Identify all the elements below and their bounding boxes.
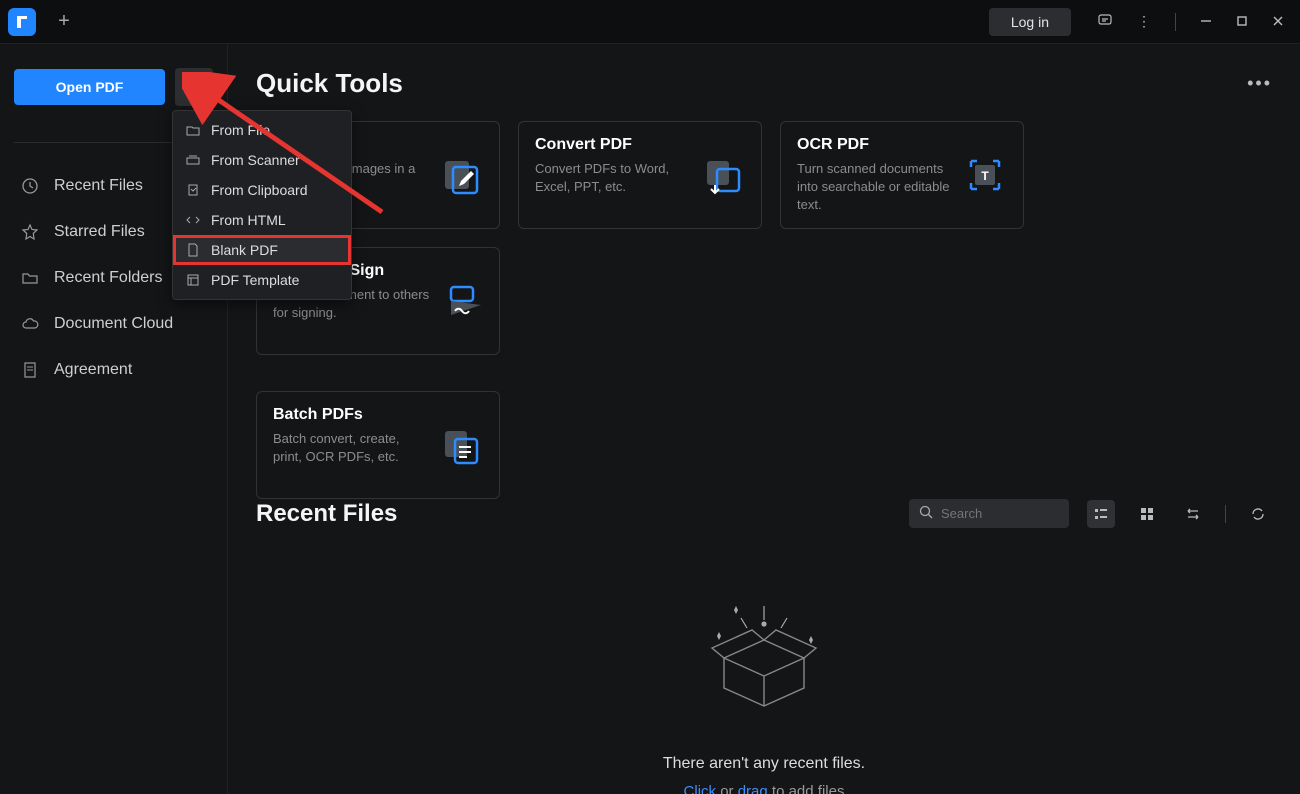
more-tools-button[interactable]: ••• [1247, 73, 1272, 94]
view-list-button[interactable] [1087, 500, 1115, 528]
empty-box-icon [699, 598, 829, 731]
clock-icon [20, 177, 40, 195]
menu-icon[interactable]: ⋮ [1137, 13, 1151, 30]
template-icon [185, 273, 201, 287]
divider [1175, 13, 1176, 31]
empty-state: There aren't any recent files. Click or … [256, 558, 1272, 794]
sidebar-item-label: Starred Files [54, 223, 145, 241]
card-desc: Turn scanned documents into searchable o… [797, 160, 955, 215]
card-desc: Batch convert, create, print, OCR PDFs, … [273, 430, 431, 466]
folder-icon [20, 269, 40, 287]
empty-message: There aren't any recent files. [663, 755, 865, 773]
tail-text: to add files [768, 783, 845, 794]
blank-page-icon [185, 243, 201, 257]
app-icon[interactable] [0, 0, 44, 44]
divider [1225, 505, 1226, 523]
scanner-icon [185, 153, 201, 167]
close-button[interactable] [1272, 14, 1284, 30]
sidebar-item-agreement[interactable]: Agreement [14, 347, 213, 393]
edit-pdf-icon [439, 153, 483, 197]
document-icon [20, 361, 40, 379]
star-icon [20, 223, 40, 241]
card-convert-pdf[interactable]: Convert PDF Convert PDFs to Word, Excel,… [518, 121, 762, 229]
dropdown-label: From HTML [211, 212, 286, 228]
esign-icon [439, 279, 483, 323]
titlebar: + Log in ⋮ [0, 0, 1300, 44]
recent-files-title: Recent Files [256, 500, 397, 528]
dropdown-item-from-scanner[interactable]: From Scanner [173, 145, 351, 175]
login-button[interactable]: Log in [989, 8, 1071, 36]
dropdown-label: From File [211, 122, 270, 138]
html-icon [185, 213, 201, 227]
open-pdf-button[interactable]: Open PDF [14, 69, 165, 105]
sidebar-item-label: Recent Files [54, 177, 143, 195]
main-content: Quick Tools ••• Edit PDF Edit text and i… [228, 44, 1300, 794]
dropdown-item-pdf-template[interactable]: PDF Template [173, 265, 351, 295]
minimize-button[interactable] [1200, 14, 1212, 30]
card-title: Convert PDF [535, 136, 693, 154]
new-tab-button[interactable]: + [44, 0, 84, 44]
dropdown-label: From Scanner [211, 152, 300, 168]
ocr-pdf-icon: T [963, 153, 1007, 197]
card-title: OCR PDF [797, 136, 955, 154]
sort-button[interactable] [1179, 500, 1207, 528]
maximize-button[interactable] [1236, 14, 1248, 30]
card-desc: Convert PDFs to Word, Excel, PPT, etc. [535, 160, 693, 196]
dropdown-label: Blank PDF [211, 242, 278, 258]
svg-text:T: T [981, 169, 989, 183]
or-text: or [716, 783, 738, 794]
feedback-icon[interactable] [1097, 12, 1113, 31]
drag-link[interactable]: drag [738, 783, 768, 794]
card-title: Batch PDFs [273, 406, 431, 424]
dropdown-label: PDF Template [211, 272, 299, 288]
sidebar-item-label: Agreement [54, 361, 132, 379]
view-grid-button[interactable] [1133, 500, 1161, 528]
convert-pdf-icon [701, 153, 745, 197]
dropdown-item-blank-pdf[interactable]: Blank PDF [173, 235, 351, 265]
batch-pdf-icon [439, 423, 483, 467]
sidebar-item-label: Document Cloud [54, 315, 173, 333]
sidebar-item-label: Recent Folders [54, 269, 163, 287]
refresh-button[interactable] [1244, 500, 1272, 528]
empty-action: Click or drag to add files [684, 783, 845, 794]
search-input[interactable] [941, 506, 1059, 521]
search-icon [919, 505, 933, 522]
dropdown-item-from-file[interactable]: From File [173, 115, 351, 145]
create-pdf-button[interactable]: + [175, 68, 213, 106]
create-pdf-dropdown: From File From Scanner From Clipboard Fr… [172, 110, 352, 300]
dropdown-item-from-clipboard[interactable]: From Clipboard [173, 175, 351, 205]
sidebar-item-document-cloud[interactable]: Document Cloud [14, 301, 213, 347]
quick-tools-title: Quick Tools [256, 68, 403, 99]
card-batch-pdfs[interactable]: Batch PDFs Batch convert, create, print,… [256, 391, 500, 499]
cloud-icon [20, 315, 40, 333]
dropdown-item-from-html[interactable]: From HTML [173, 205, 351, 235]
search-box[interactable] [909, 499, 1069, 528]
card-ocr-pdf[interactable]: OCR PDF Turn scanned documents into sear… [780, 121, 1024, 229]
dropdown-label: From Clipboard [211, 182, 307, 198]
clipboard-icon [185, 183, 201, 197]
folder-icon [185, 123, 201, 137]
click-link[interactable]: Click [684, 783, 717, 794]
